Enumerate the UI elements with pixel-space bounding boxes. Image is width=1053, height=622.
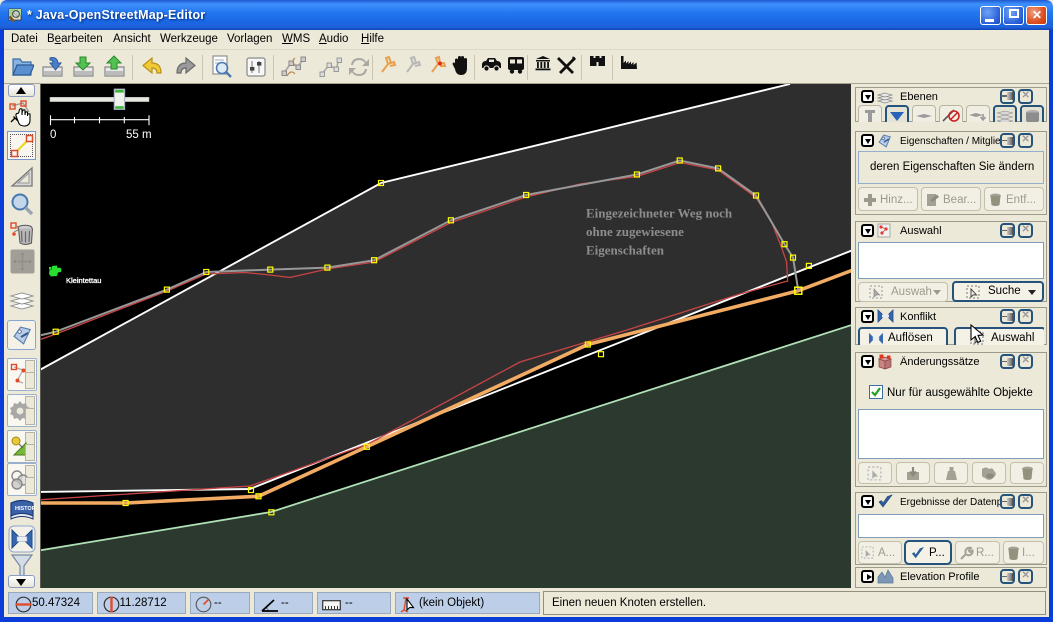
svg-text:55 m: 55 m bbox=[126, 129, 152, 141]
svg-text:ohne zugewiesene: ohne zugewiesene bbox=[586, 224, 684, 239]
svg-text:HISTORY: HISTORY bbox=[15, 506, 35, 512]
svg-text:0: 0 bbox=[50, 129, 56, 141]
svg-text:Eingezeichneter Weg noch: Eingezeichneter Weg noch bbox=[586, 206, 733, 221]
svg-text:Eigenschaften: Eigenschaften bbox=[586, 243, 665, 258]
svg-text:Kleintettau: Kleintettau bbox=[66, 276, 101, 285]
